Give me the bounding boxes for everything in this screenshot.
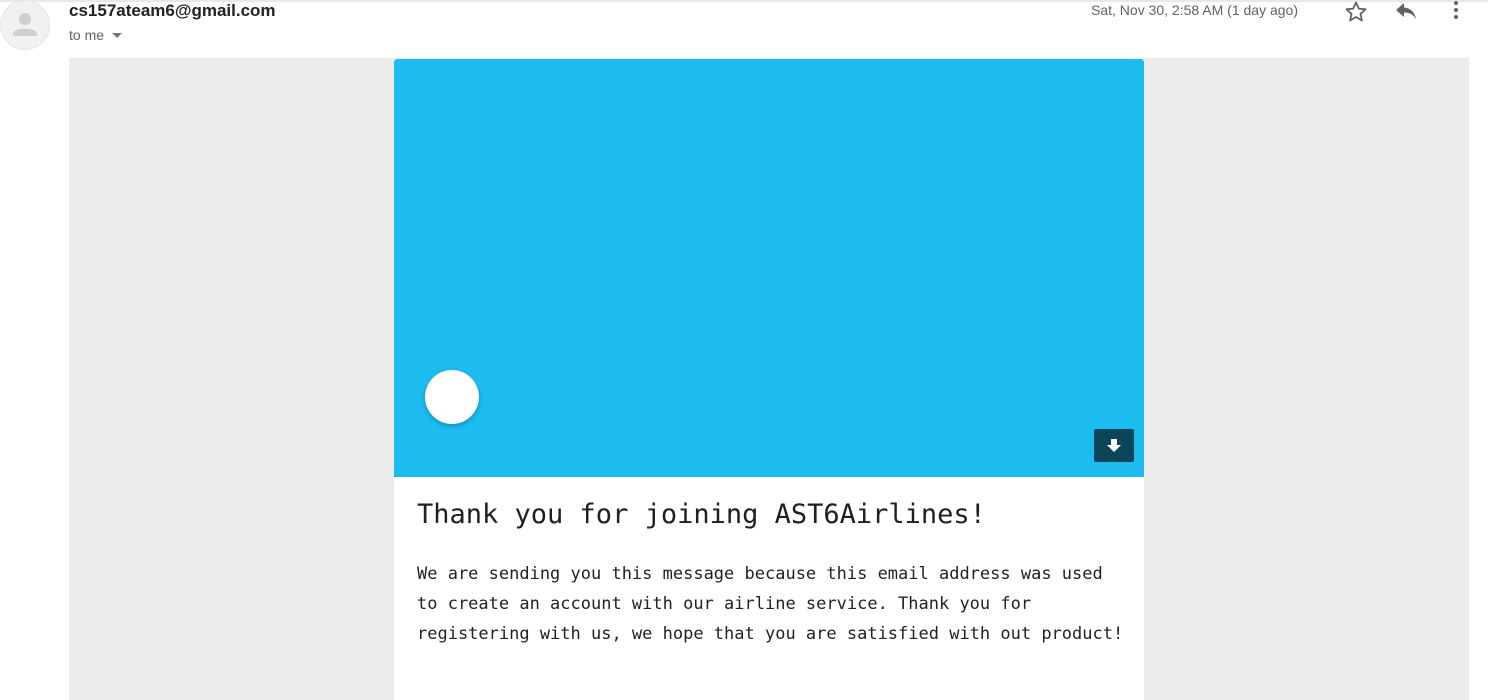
email-paragraph: We are sending you this message because … (417, 564, 1124, 644)
recipient-details-toggle[interactable]: to me (69, 27, 123, 43)
download-image-button[interactable] (1094, 429, 1134, 462)
recipient-label: to me (69, 27, 105, 43)
email-card: Thank you for joining AST6Airlines! We a… (394, 59, 1144, 700)
more-vertical-icon (1454, 1, 1458, 19)
sender-email[interactable]: cs157ateam6@gmail.com (69, 1, 276, 21)
reply-icon (1396, 3, 1416, 19)
person-avatar-icon (13, 13, 37, 36)
hero-banner (394, 59, 1144, 477)
email-heading: Thank you for joining AST6Airlines! (417, 499, 986, 530)
download-arrow-icon (1107, 438, 1121, 452)
caret-down-icon (112, 32, 123, 38)
sender-avatar[interactable] (0, 0, 50, 50)
more-options-button[interactable] (1444, 0, 1468, 24)
star-icon (1345, 1, 1367, 22)
reply-button[interactable] (1394, 0, 1418, 24)
star-button[interactable] (1344, 0, 1368, 24)
hero-circle (425, 370, 479, 424)
message-date: Sat, Nov 30, 2:58 AM (1 day ago) (1091, 2, 1299, 18)
